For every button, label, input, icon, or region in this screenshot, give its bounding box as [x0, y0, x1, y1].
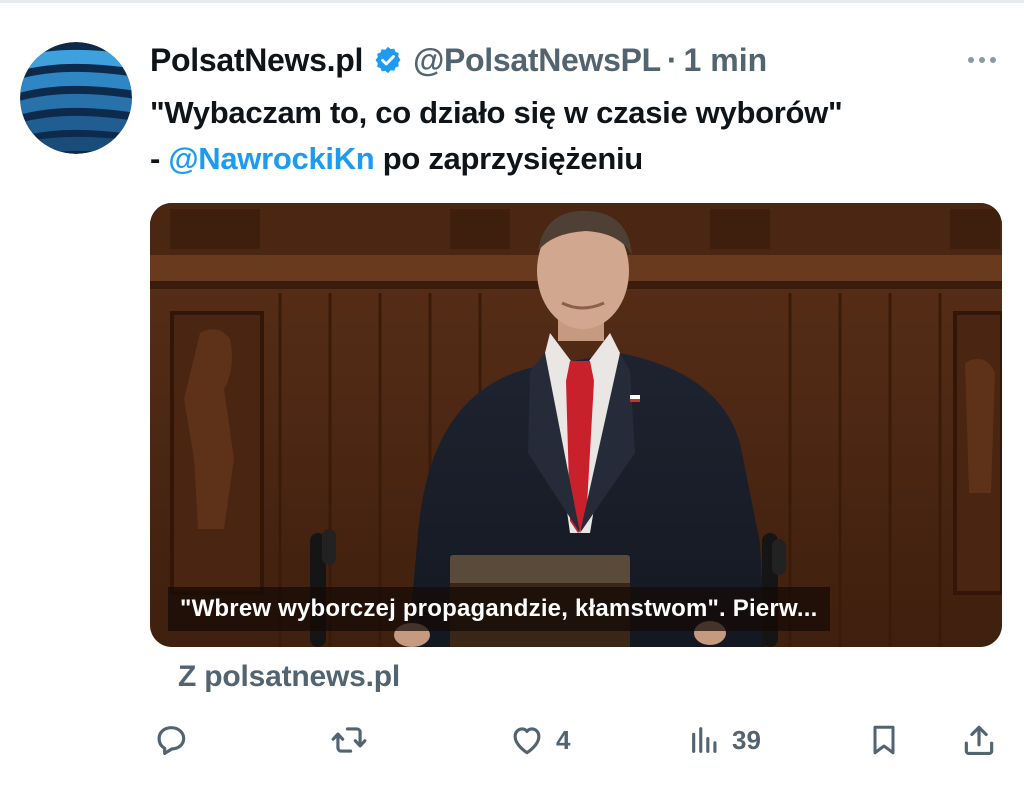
like-button[interactable]: 4	[508, 712, 570, 768]
like-count: 4	[556, 724, 571, 755]
bookmark-button[interactable]	[866, 712, 902, 768]
media-card[interactable]	[150, 203, 1002, 647]
verified-badge-icon[interactable]	[373, 45, 403, 75]
link-source[interactable]: Z polsatnews.pl	[178, 660, 400, 694]
views-chart-icon	[692, 727, 717, 753]
bookmark-icon	[873, 725, 895, 755]
tweet-text-line-1: "Wybaczam to, co działo się w czasie wyb…	[150, 95, 843, 130]
mention-link[interactable]: @NawrockiKn	[168, 141, 374, 176]
reply-button[interactable]	[152, 712, 200, 768]
share-icon	[964, 725, 994, 756]
views-button[interactable]: 39	[688, 712, 761, 768]
author-avatar[interactable]	[20, 42, 132, 154]
text-rest: po zaprzysiężeniu	[374, 141, 643, 176]
video-caption: "Wbrew wyborczej propagandzie, kłamstwom…	[168, 587, 830, 631]
polsat-globe-logo-icon	[20, 42, 132, 154]
more-options-icon[interactable]	[958, 46, 1006, 74]
tweet-header: PolsatNews.pl @PolsatNewsPL · 1 min	[150, 38, 767, 82]
timestamp[interactable]: 1 min	[684, 42, 768, 79]
video-thumbnail	[150, 203, 1002, 647]
share-button[interactable]	[960, 712, 998, 768]
reply-icon	[157, 726, 186, 756]
tweet-text-line-2: - @NawrockiKn po zaprzysiężeniu	[150, 136, 1010, 182]
retweet-icon	[331, 727, 367, 753]
retweet-button[interactable]	[328, 712, 380, 768]
views-count: 39	[732, 724, 761, 755]
action-bar: 4 39	[0, 712, 1024, 768]
display-name[interactable]: PolsatNews.pl	[150, 42, 363, 79]
text-dash: -	[150, 141, 169, 176]
tweet-text: "Wybaczam to, co działo się w czasie wyb…	[150, 90, 1010, 182]
top-edge	[0, 0, 1024, 3]
author-handle[interactable]: @PolsatNewsPL	[413, 42, 661, 79]
heart-icon	[513, 727, 541, 755]
separator-dot: ·	[666, 41, 678, 78]
